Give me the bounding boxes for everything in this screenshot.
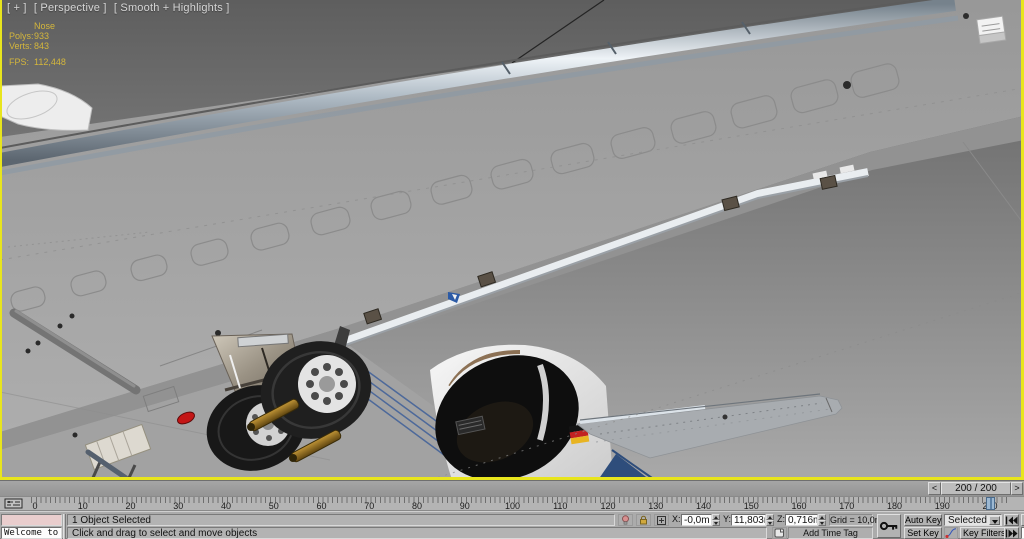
- ruler-tick-label: 150: [744, 501, 759, 511]
- isolate-selection-button[interactable]: [618, 514, 633, 526]
- time-slider-prev-button[interactable]: <: [928, 482, 941, 495]
- chevron-down-icon[interactable]: [989, 516, 1000, 525]
- key-icon: [879, 520, 899, 532]
- x-spinner-down[interactable]: [712, 520, 720, 526]
- ruler-tick-label: 60: [316, 501, 326, 511]
- time-slider-next-button[interactable]: >: [1011, 482, 1023, 495]
- viewport-statistics: Nose Polys:933 Verts:843 FPS:112,448: [9, 21, 66, 67]
- ruler-tick-label: 90: [460, 501, 470, 511]
- ruler-tick-label: 180: [887, 501, 902, 511]
- default-tangent-button[interactable]: [944, 527, 958, 539]
- x-coordinate-field[interactable]: -0,0m: [681, 514, 712, 526]
- ruler-tick-label: 160: [791, 501, 806, 511]
- go-to-end-icon: [1005, 529, 1018, 538]
- stat-fps-label: FPS:: [9, 57, 34, 67]
- selection-lock-toggle[interactable]: [636, 514, 651, 526]
- z-spinner[interactable]: [818, 514, 826, 526]
- transform-typein-mode-button[interactable]: [654, 514, 669, 526]
- go-to-end-button[interactable]: [1004, 527, 1019, 539]
- ruler-tick-label: 120: [600, 501, 615, 511]
- viewport-shading-menu[interactable]: [ Smooth + Highlights ]: [114, 2, 230, 14]
- x-spinner[interactable]: [712, 514, 720, 526]
- ruler-tick-label: 70: [364, 501, 374, 511]
- go-to-start-icon: [1005, 516, 1018, 525]
- status-line: 1 Object Selected: [67, 514, 615, 526]
- stat-verts-value: 843: [34, 41, 49, 51]
- ruler-tick-label: 20: [125, 501, 135, 511]
- viewport-pov-menu[interactable]: [ Perspective ]: [34, 2, 107, 14]
- time-tag-button[interactable]: [772, 527, 787, 539]
- set-keys-button[interactable]: [877, 514, 901, 538]
- absolute-mode-icon: [656, 515, 667, 526]
- viewport-general-menu[interactable]: [ + ]: [7, 2, 27, 14]
- ruler-tick-label: 0: [32, 501, 37, 511]
- stat-polys-value: 933: [34, 31, 49, 41]
- selection-set-dropdown[interactable]: Selected: [944, 514, 1002, 526]
- stat-verts-label: Verts:: [9, 41, 34, 51]
- maxscript-listener-pink[interactable]: [1, 514, 62, 526]
- stat-object-name: Nose: [34, 21, 55, 31]
- stat-fps-value: 112,448: [34, 57, 66, 67]
- add-time-tag[interactable]: Add Time Tag: [788, 527, 873, 539]
- ruler-tick-label: 130: [648, 501, 663, 511]
- ruler-tick-label: 50: [269, 501, 279, 511]
- time-slider-handle[interactable]: 200 / 200: [941, 482, 1011, 495]
- ruler-tick-label: 30: [173, 501, 183, 511]
- perspective-viewport[interactable]: [ + ] [ Perspective ] [ Smooth + Highlig…: [0, 0, 1024, 480]
- z-coordinate-label: Z:: [777, 514, 785, 524]
- go-to-start-button[interactable]: [1004, 514, 1019, 526]
- ruler-tick-label: 40: [221, 501, 231, 511]
- time-tag-icon: [774, 528, 785, 538]
- fuselage-equipment-box: [977, 16, 1006, 43]
- ruler-tick-label: 10: [78, 501, 88, 511]
- current-frame-marker[interactable]: [986, 497, 995, 510]
- maxscript-listener-white[interactable]: Welcome to M: [1, 527, 62, 539]
- y-coordinate-field[interactable]: 11,803m: [731, 514, 766, 526]
- selection-set-value: Selected: [948, 515, 987, 526]
- lightbulb-icon: [620, 515, 631, 525]
- track-bar[interactable]: 0 10 20 30 40 50 60 70 80 90 100 110 120 130 140 150 160…: [0, 496, 1024, 511]
- ruler-tick-label: 140: [696, 501, 711, 511]
- ruler-tick-label: 110: [553, 501, 567, 511]
- 3dsmax-application-window: { "viewport": { "menus": [ {"label": "[ …: [0, 0, 1024, 538]
- viewport-label-bar: [ + ] [ Perspective ] [ Smooth + Highlig…: [7, 2, 233, 14]
- status-bar: Welcome to M 1 Object Selected Click and…: [0, 511, 1024, 538]
- set-key-button[interactable]: Set Key: [904, 527, 942, 539]
- y-spinner[interactable]: [766, 514, 774, 526]
- lock-icon: [638, 515, 649, 525]
- prompt-line: Click and drag to select and move object…: [67, 527, 767, 539]
- active-viewport-border-left: [0, 0, 2, 480]
- grid-size-display: Grid = 10,0m: [829, 514, 873, 526]
- ruler-tick-label: 100: [505, 501, 520, 511]
- auto-key-button[interactable]: Auto Key: [904, 514, 942, 526]
- viewport-canvas[interactable]: [0, 0, 1024, 480]
- tangent-curve-icon: [945, 528, 957, 538]
- stat-polys-label: Polys:: [9, 31, 34, 41]
- time-slider-track[interactable]: < 200 / 200 >: [0, 480, 1024, 496]
- ruler-tick-label: 80: [412, 501, 422, 511]
- z-spinner-down[interactable]: [818, 520, 826, 526]
- listener-splitter[interactable]: [63, 514, 66, 539]
- y-coordinate-label: Y:: [723, 514, 731, 524]
- trackbar-labels: 0 10 20 30 40 50 60 70 80 90 100 110 120 130 140 150 160…: [0, 497, 1024, 512]
- ruler-tick-label: 190: [935, 501, 950, 511]
- z-coordinate-field[interactable]: 0,716m: [785, 514, 818, 526]
- active-viewport-border-bottom: [0, 477, 1024, 480]
- ruler-tick-label: 170: [839, 501, 854, 511]
- x-coordinate-label: X:: [672, 514, 681, 524]
- y-spinner-down[interactable]: [766, 520, 774, 526]
